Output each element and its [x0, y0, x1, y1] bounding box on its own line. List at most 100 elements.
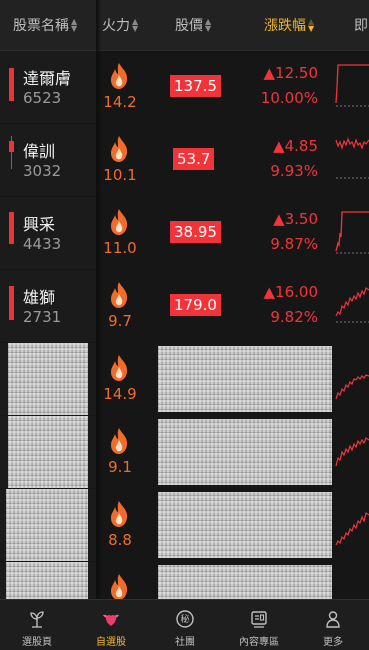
sort-change-pct[interactable]: 漲跌幅 ▲ ▼ [264, 0, 314, 50]
sort-stock-name[interactable]: 股票名稱 ▲ ▼ [13, 0, 77, 50]
nav-label: 選股頁 [22, 637, 52, 648]
stock-code: 6523 [23, 89, 62, 107]
nav-item-more[interactable]: 更多 [296, 600, 369, 650]
change-percent: 9.93% [270, 162, 318, 180]
column-label-price: 股價 [175, 18, 203, 34]
sort-arrows-icon: ▲ ▼ [205, 17, 212, 33]
stock-cell [0, 489, 98, 561]
table-row[interactable]: 興采 4433 11.0 38.95 ▲3.50 9.87% [0, 197, 369, 271]
change-percent: 9.82% [270, 308, 318, 326]
stock-code: 4433 [23, 235, 62, 253]
column-label-firepower: 火力 [102, 18, 130, 34]
table-row[interactable]: 雄獅 2731 9.7 179.0 ▲16.00 9.82% [0, 270, 369, 344]
fire-icon [111, 209, 128, 235]
redacted-stock-name [6, 489, 88, 561]
column-header: 股票名稱 ▲ ▼ 火力 ▲ ▼ 股價 ▲ ▼ 漲跌幅 ▲ ▼ 即 [0, 0, 369, 51]
firepower-value: 14.2 [103, 93, 137, 111]
fire-icon [111, 355, 128, 381]
stock-cell [0, 416, 98, 488]
nav-label: 更多 [323, 637, 343, 648]
fire-icon [111, 63, 128, 89]
stock-cell: 雄獅 2731 [0, 270, 98, 342]
nav-label: 內容專區 [239, 637, 279, 648]
sort-price[interactable]: 股價 ▲ ▼ [175, 0, 211, 50]
table-row[interactable]: 8.8 [0, 489, 369, 563]
intraday-sparkline [335, 64, 369, 107]
nav-item-stock-picker[interactable]: 選股頁 [0, 600, 74, 650]
firepower-value: 11.0 [103, 239, 137, 257]
sort-firepower[interactable]: 火力 ▲ ▼ [102, 0, 138, 50]
redacted-stock-name [6, 562, 88, 599]
fire-icon [111, 428, 128, 454]
table-row[interactable]: 14.9 [0, 343, 369, 417]
column-label-stock-name: 股票名稱 [13, 18, 69, 34]
stock-name: 雄獅 [23, 288, 56, 307]
stock-cell: 興采 4433 [0, 197, 98, 269]
person-icon [326, 611, 340, 628]
watchlist-table: 達爾膚 6523 14.2 137.5 ▲12.50 10.00% 偉訓 303… [0, 51, 369, 599]
price-change: ▲3.50 [273, 210, 318, 228]
stock-cell: 達爾膚 6523 [0, 51, 98, 123]
volume-bar [9, 286, 14, 320]
firepower-value: 14.9 [103, 385, 137, 403]
nav-item-club[interactable]: 秘 社團 [148, 600, 222, 650]
nav-item-watchlist[interactable]: 自選股 [74, 600, 148, 650]
sort-arrows-icon: ▲ ▼ [71, 17, 78, 33]
fire-icon [111, 501, 128, 527]
change-percent: 10.00% [260, 89, 318, 107]
intraday-sparkline [335, 211, 369, 254]
seedling-icon [30, 611, 44, 628]
nav-label: 自選股 [96, 637, 126, 648]
table-row[interactable] [0, 562, 369, 599]
stock-cell: 偉訓 3032 [0, 124, 98, 196]
table-row[interactable]: 偉訓 3032 10.1 53.7 ▲4.85 9.93% [0, 124, 369, 198]
volume-bar [9, 141, 14, 152]
redacted-stock-name [8, 343, 88, 415]
fire-icon [111, 136, 128, 162]
stock-cell [0, 562, 98, 599]
price-badge: 53.7 [173, 148, 215, 170]
intraday-sparkline [335, 437, 369, 467]
price-badge: 179.0 [170, 294, 221, 316]
stock-name: 達爾膚 [23, 69, 72, 88]
nav-label: 社團 [175, 637, 195, 648]
change-percent: 9.87% [270, 235, 318, 253]
redacted-price-change [158, 419, 332, 485]
intraday-sparkline [335, 137, 369, 179]
table-row[interactable]: 達爾膚 6523 14.2 137.5 ▲12.50 10.00% [0, 51, 369, 125]
fire-icon [111, 282, 128, 308]
firepower-value: 8.8 [108, 531, 132, 549]
intraday-sparkline [335, 374, 369, 400]
sort-arrows-icon: ▲ ▼ [132, 17, 139, 33]
intraday-sparkline [335, 512, 369, 546]
table-row[interactable]: 9.1 [0, 416, 369, 490]
price-badge: 137.5 [170, 75, 221, 97]
nav-item-content[interactable]: 內容專區 [222, 600, 296, 650]
redacted-price-change [158, 346, 332, 412]
column-label-change-pct: 漲跌幅 [264, 18, 306, 34]
stock-name: 興采 [23, 215, 56, 234]
volume-bar [9, 68, 14, 101]
price-change: ▲16.00 [263, 283, 318, 301]
redacted-stock-name [8, 416, 88, 488]
winged-heart-icon [103, 614, 119, 626]
firepower-value: 10.1 [103, 166, 137, 184]
secret-glyph: 秘 [180, 615, 190, 625]
firepower-value: 9.7 [108, 312, 132, 330]
sort-desc-icon: ▲ ▼ [308, 17, 315, 33]
price-badge: 38.95 [170, 221, 221, 243]
stock-code: 3032 [23, 162, 62, 180]
redacted-price-change [158, 565, 332, 599]
firepower-value: 9.1 [108, 458, 132, 476]
bottom-nav: 選股頁 自選股 秘 社團 內容專區 更多 [0, 599, 369, 650]
stock-code: 2731 [23, 308, 62, 326]
column-label-intraday: 即 [354, 18, 368, 34]
sort-intraday[interactable]: 即 [354, 0, 368, 50]
price-change: ▲4.85 [273, 137, 318, 155]
redacted-price-change [158, 492, 332, 558]
stock-cell [0, 343, 98, 415]
intraday-sparkline [335, 287, 369, 323]
content-icon [251, 611, 267, 628]
fire-icon [111, 574, 128, 599]
volume-bar [9, 212, 14, 244]
